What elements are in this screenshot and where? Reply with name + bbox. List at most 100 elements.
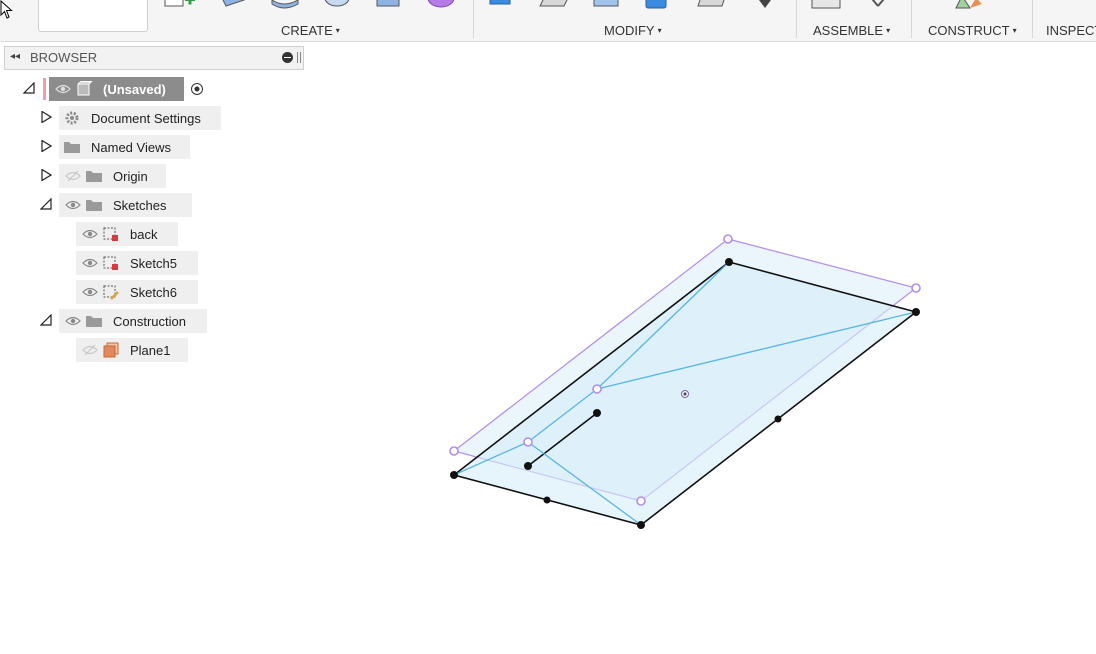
fillet-icon[interactable] (538, 0, 572, 10)
eye-icon[interactable] (65, 197, 81, 213)
form-icon[interactable] (424, 0, 458, 10)
loft-icon[interactable] (374, 0, 404, 10)
folder-icon (86, 200, 102, 211)
minimize-icon[interactable] (282, 52, 293, 63)
plane1-label: Plane1 (130, 342, 171, 358)
sketch-locked-icon (103, 256, 118, 270)
sketch6-pill[interactable]: Sketch6 (76, 280, 198, 304)
sketch-locked-icon (103, 227, 118, 241)
eye-hidden-icon[interactable] (82, 342, 98, 358)
browser-title: BROWSER (30, 50, 98, 65)
sketches-pill[interactable]: Sketches (59, 193, 192, 217)
browser-node-plane1[interactable]: Plane1 (0, 338, 300, 362)
collapse-panel-icon[interactable]: ◂◂ (10, 51, 20, 62)
modify-menu-label: MODIFY (604, 23, 655, 38)
browser-root-row[interactable]: (Unsaved) (0, 77, 300, 101)
eye-icon[interactable] (82, 255, 98, 271)
eye-hidden-icon[interactable] (65, 168, 81, 184)
scale-icon[interactable] (696, 0, 730, 10)
inspect-menu-label: INSPECT (1046, 23, 1096, 38)
plane-handle[interactable] (636, 496, 646, 506)
revolve-icon[interactable] (270, 0, 300, 10)
joint-icon[interactable] (864, 0, 898, 10)
browser-node-construction[interactable]: Construction (0, 309, 300, 333)
plane1-pill[interactable]: Plane1 (76, 338, 188, 362)
sketch-point[interactable] (637, 521, 645, 529)
construct-menu[interactable]: CONSTRUCT ▾ (928, 23, 1017, 38)
assemble-menu[interactable]: ASSEMBLE ▾ (813, 23, 890, 38)
sketch-point[interactable] (543, 496, 551, 504)
sketch-point[interactable] (524, 462, 532, 470)
create-menu-label: CREATE (281, 23, 333, 38)
browser-node-named-views[interactable]: Named Views (0, 135, 300, 159)
browser-node-sketch-back[interactable]: back (0, 222, 300, 246)
eye-icon[interactable] (65, 313, 81, 329)
sketch-back-pill[interactable]: back (76, 222, 178, 246)
create-menu[interactable]: CREATE ▾ (281, 23, 340, 38)
sweep-icon[interactable] (322, 0, 352, 10)
plane-handle[interactable] (911, 283, 921, 293)
sketch5-label: Sketch5 (130, 255, 177, 271)
root-component-label: (Unsaved) (103, 81, 166, 97)
offset-plane-icon[interactable] (952, 0, 986, 10)
toolbar-separator (1032, 0, 1033, 38)
inspect-menu[interactable]: INSPECT (1046, 23, 1096, 38)
eye-icon[interactable] (55, 81, 71, 97)
collapsed-arrow-icon[interactable] (40, 140, 52, 152)
shell-icon[interactable] (642, 0, 672, 10)
chamfer-icon[interactable] (590, 0, 624, 10)
collapsed-arrow-icon[interactable] (40, 111, 52, 123)
browser-node-sketches[interactable]: Sketches (0, 193, 300, 217)
sketch-point[interactable] (725, 258, 733, 266)
sketch5-pill[interactable]: Sketch5 (76, 251, 198, 275)
eye-icon[interactable] (82, 226, 98, 242)
origin-pill[interactable]: Origin (59, 164, 166, 188)
new-component-icon[interactable] (810, 0, 844, 10)
create-sketch-icon[interactable] (163, 0, 201, 10)
sketch-point[interactable] (450, 471, 458, 479)
move-icon[interactable] (755, 0, 775, 10)
browser-node-document-settings[interactable]: Document Settings (0, 106, 300, 130)
sketch-point[interactable] (774, 415, 782, 423)
construction-pill[interactable]: Construction (59, 309, 207, 333)
eye-icon[interactable] (82, 284, 98, 300)
plane-handle[interactable] (449, 446, 459, 456)
chevron-down-icon: ▾ (657, 26, 662, 35)
construct-menu-label: CONSTRUCT (928, 23, 1010, 38)
sketch6-label: Sketch6 (130, 284, 177, 300)
expanded-arrow-icon[interactable] (23, 82, 35, 94)
extrude-icon[interactable] (218, 0, 248, 10)
assemble-menu-label: ASSEMBLE (813, 23, 884, 38)
modify-menu[interactable]: MODIFY ▾ (604, 23, 662, 38)
root-accent-bar (43, 78, 46, 100)
plane-icon (103, 342, 119, 358)
browser-panel: ◂◂ BROWSER (4, 46, 304, 70)
browser-node-sketch6[interactable]: Sketch6 (0, 280, 300, 304)
activate-radio-icon[interactable] (190, 82, 204, 96)
collapsed-arrow-icon[interactable] (40, 169, 52, 181)
panel-grip-icon[interactable] (297, 52, 301, 63)
folder-icon (86, 316, 102, 327)
sketches-label: Sketches (113, 197, 167, 213)
plane-handle[interactable] (592, 384, 602, 394)
origin-label: Origin (113, 168, 148, 184)
folder-icon (64, 142, 80, 153)
toolbar-separator (473, 0, 474, 38)
plane-handle[interactable] (523, 437, 533, 447)
browser-node-origin[interactable]: Origin (0, 164, 300, 188)
construction-label: Construction (113, 313, 186, 329)
press-pull-icon[interactable] (486, 0, 514, 10)
document-settings-pill[interactable]: Document Settings (59, 106, 221, 130)
sketch-point[interactable] (593, 409, 601, 417)
root-component-pill[interactable]: (Unsaved) (49, 77, 184, 101)
plane-center-point-dot (683, 392, 687, 396)
named-views-pill[interactable]: Named Views (59, 135, 190, 159)
browser-node-sketch5[interactable]: Sketch5 (0, 251, 300, 275)
mouse-cursor-icon (0, 0, 13, 19)
sketch-back-label: back (130, 226, 158, 242)
expanded-arrow-icon[interactable] (40, 314, 52, 326)
expanded-arrow-icon[interactable] (40, 198, 52, 210)
sketch-point[interactable] (912, 308, 920, 316)
plane-handle[interactable] (723, 234, 733, 244)
toolbar-application-menu-box[interactable] (38, 0, 148, 32)
